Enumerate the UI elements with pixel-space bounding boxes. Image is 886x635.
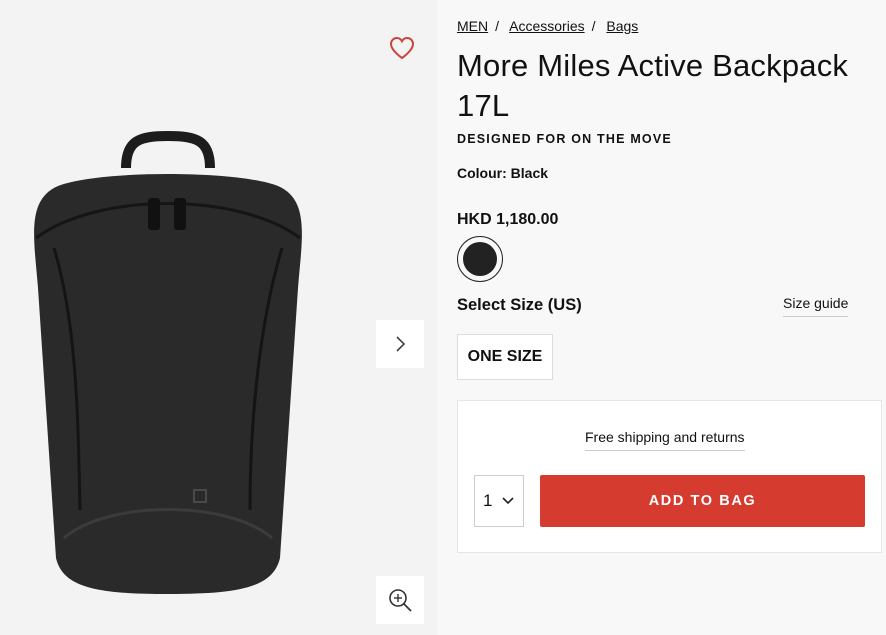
heart-icon (389, 36, 415, 60)
breadcrumb-separator: / (495, 18, 500, 34)
product-tagline: DESIGNED FOR ON THE MOVE (457, 132, 672, 146)
colour-swatch-black[interactable] (457, 236, 503, 282)
chevron-right-icon (396, 336, 406, 352)
chevron-down-icon (502, 497, 514, 505)
swatch-fill (463, 242, 497, 276)
colour-info: Colour: Black (457, 165, 548, 181)
breadcrumb-men[interactable]: MEN (457, 18, 488, 34)
zoom-in-icon (389, 589, 412, 612)
shipping-link[interactable]: Free shipping and returns (585, 429, 745, 451)
add-to-cart-panel: Free shipping and returns 1 ADD TO BAG (457, 400, 882, 553)
breadcrumb-bags[interactable]: Bags (606, 18, 638, 34)
breadcrumb-accessories[interactable]: Accessories (509, 18, 584, 34)
zoom-button[interactable] (376, 576, 424, 624)
size-guide-link[interactable]: Size guide (783, 295, 849, 317)
product-price: HKD 1,180.00 (457, 211, 559, 228)
colour-label: Colour: (457, 165, 507, 181)
quantity-select[interactable]: 1 (474, 475, 524, 527)
colour-value: Black (510, 165, 549, 181)
size-option-one-size[interactable]: ONE SIZE (457, 334, 553, 380)
next-image-button[interactable] (376, 320, 424, 368)
wishlist-button[interactable] (386, 32, 418, 64)
product-title: More Miles Active Backpack 17L (457, 48, 849, 123)
product-gallery (0, 0, 437, 635)
size-label: Select Size (US) (457, 296, 582, 314)
quantity-value: 1 (483, 491, 493, 510)
backpack-image (34, 130, 302, 594)
add-to-bag-button[interactable]: ADD TO BAG (540, 475, 865, 527)
breadcrumb-separator: / (591, 18, 596, 34)
breadcrumb: MEN / Accessories / Bags (457, 18, 638, 34)
